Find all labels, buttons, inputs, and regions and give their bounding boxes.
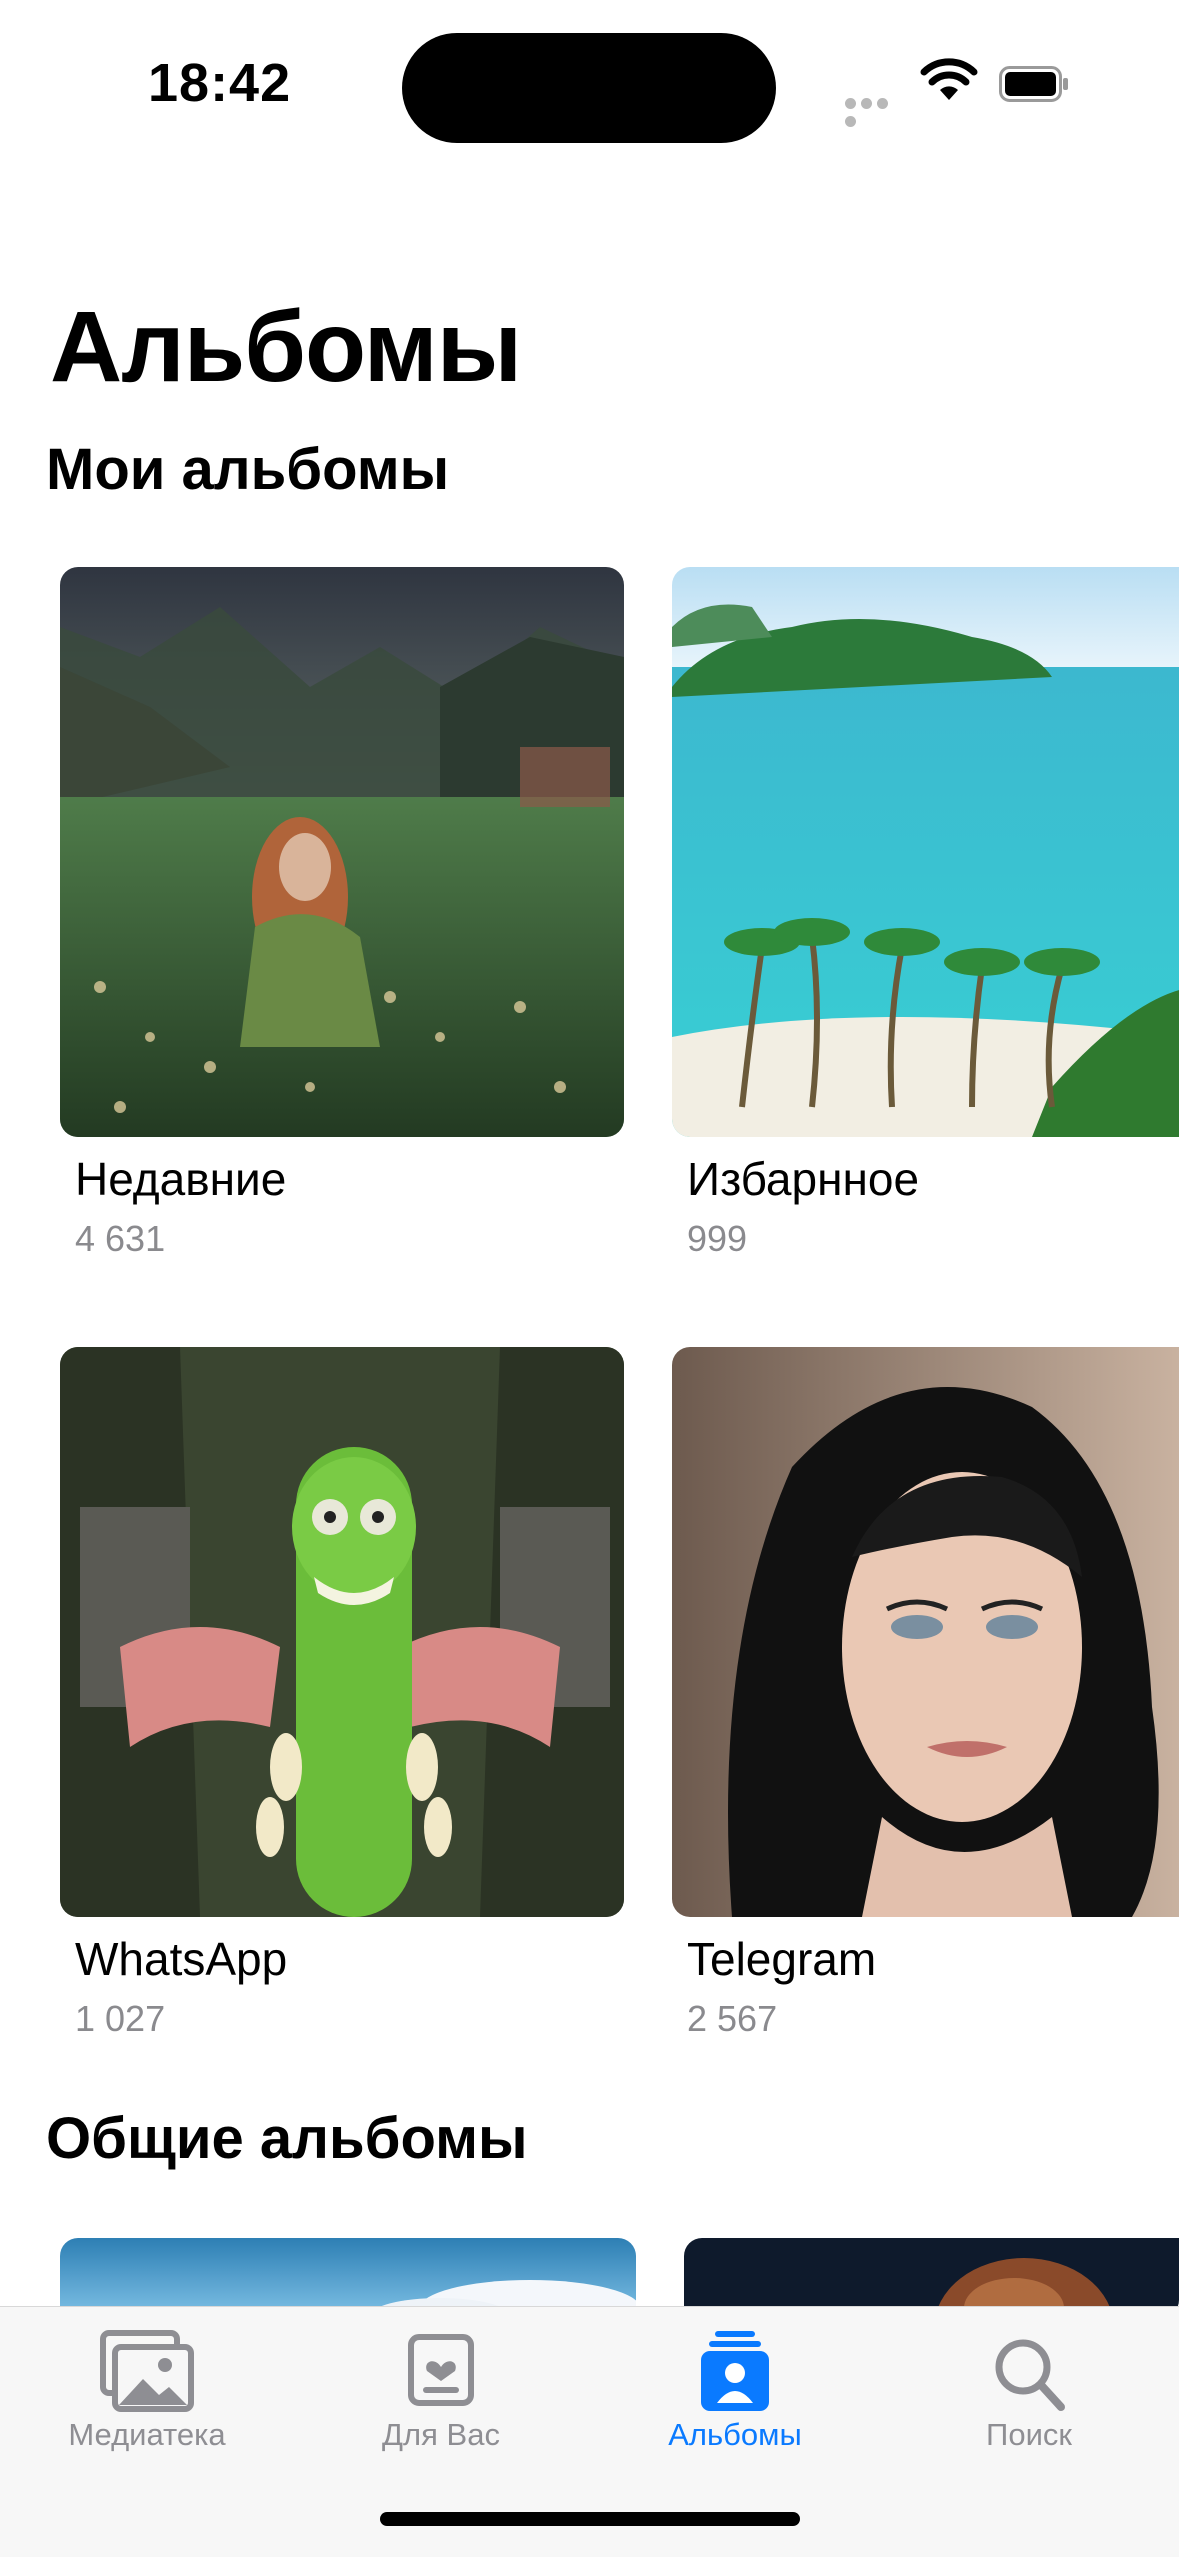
shared-albums-heading: Общие альбомы xyxy=(46,2106,528,2171)
album-name: Недавние xyxy=(75,1153,287,1205)
home-indicator xyxy=(380,2512,800,2526)
album-count: 4 631 xyxy=(75,1218,166,1259)
wifi-icon xyxy=(920,58,978,100)
album-thumbnail-favorites[interactable] xyxy=(672,567,1179,1137)
whatsapp-photo xyxy=(60,1347,624,1917)
albums-icon xyxy=(701,2331,769,2411)
tab-label: Поиск xyxy=(986,2417,1072,2452)
status-time: 18:42 xyxy=(148,53,292,113)
recent-photo xyxy=(60,567,624,1137)
dynamic-island xyxy=(402,33,776,143)
tab-label: Для Вас xyxy=(382,2417,500,2452)
tab-library[interactable]: Медиатека xyxy=(0,2307,294,2507)
photo-library-icon xyxy=(100,2330,194,2412)
search-icon xyxy=(995,2339,1065,2411)
for-you-icon xyxy=(408,2334,474,2406)
telegram-photo xyxy=(672,1347,1179,1917)
album-thumbnail-recent[interactable] xyxy=(60,567,624,1137)
album-count: 2 567 xyxy=(687,1998,778,2039)
album-count: 1 027 xyxy=(75,1998,166,2039)
album-thumbnail-whatsapp[interactable] xyxy=(60,1347,624,1917)
tab-search[interactable]: Поиск xyxy=(882,2307,1176,2507)
album-count: 999 xyxy=(687,1218,748,1259)
battery-icon xyxy=(999,66,1068,102)
page-title: Альбомы xyxy=(50,291,522,403)
album-name: Telegram xyxy=(687,1933,877,1985)
tab-for-you[interactable]: Для Вас xyxy=(294,2307,588,2507)
album-name: Избарнное xyxy=(687,1153,920,1205)
tab-label: Медиатека xyxy=(68,2417,226,2452)
album-thumbnail-telegram[interactable] xyxy=(672,1347,1179,1917)
cellular-signal-icon xyxy=(845,96,905,127)
album-name: WhatsApp xyxy=(75,1933,288,1985)
tab-label: Альбомы xyxy=(668,2417,802,2452)
my-albums-heading: Мои альбомы xyxy=(46,437,450,502)
tab-albums[interactable]: Альбомы xyxy=(588,2307,882,2507)
favorites-photo xyxy=(672,567,1179,1137)
